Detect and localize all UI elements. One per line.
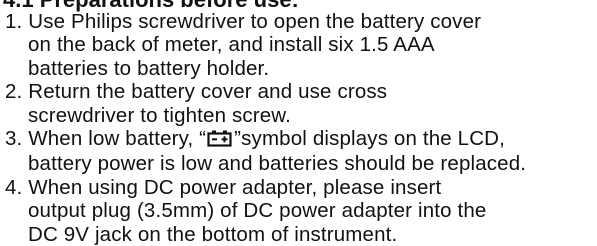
low-battery-icon (207, 129, 233, 152)
list-item-line: output plug (3.5mm) of DC power adapter … (28, 199, 487, 223)
list-item: 3. When low battery, “ ”symbol displays … (0, 127, 526, 176)
list-item-line: on the back of meter, and install six 1.… (28, 33, 435, 57)
list-item-line: screwdriver to tighten screw. (28, 103, 291, 127)
list-item-line: battery power is low and batteries shoul… (28, 152, 527, 176)
list-item: 1. Use Philips screwdriver to open the b… (0, 10, 526, 80)
list-item-text: 3. When low battery, “ (5, 127, 207, 151)
list-item-line: 4. When using DC power adapter, please i… (5, 175, 442, 199)
page: { "section": { "heading": "4.1 Preparati… (0, 0, 597, 246)
list-item: 4. When using DC power adapter, please i… (0, 176, 526, 246)
list-item-line: 3. When low battery, “ ”symbol displays … (0, 127, 526, 152)
list-item-line: 2. Return the battery cover and use cros… (5, 80, 388, 104)
list-item-text: ”symbol displays on the LCD, (234, 127, 505, 151)
list-item-line: batteries to battery holder. (28, 56, 270, 80)
list-item-line: DC 9V jack on the bottom of instrument. (28, 222, 398, 246)
list-item: 2. Return the battery cover and use cros… (0, 80, 526, 127)
list-item-line: 1. Use Philips screwdriver to open the b… (5, 10, 482, 33)
instruction-list: 1. Use Philips screwdriver to open the b… (0, 10, 526, 246)
